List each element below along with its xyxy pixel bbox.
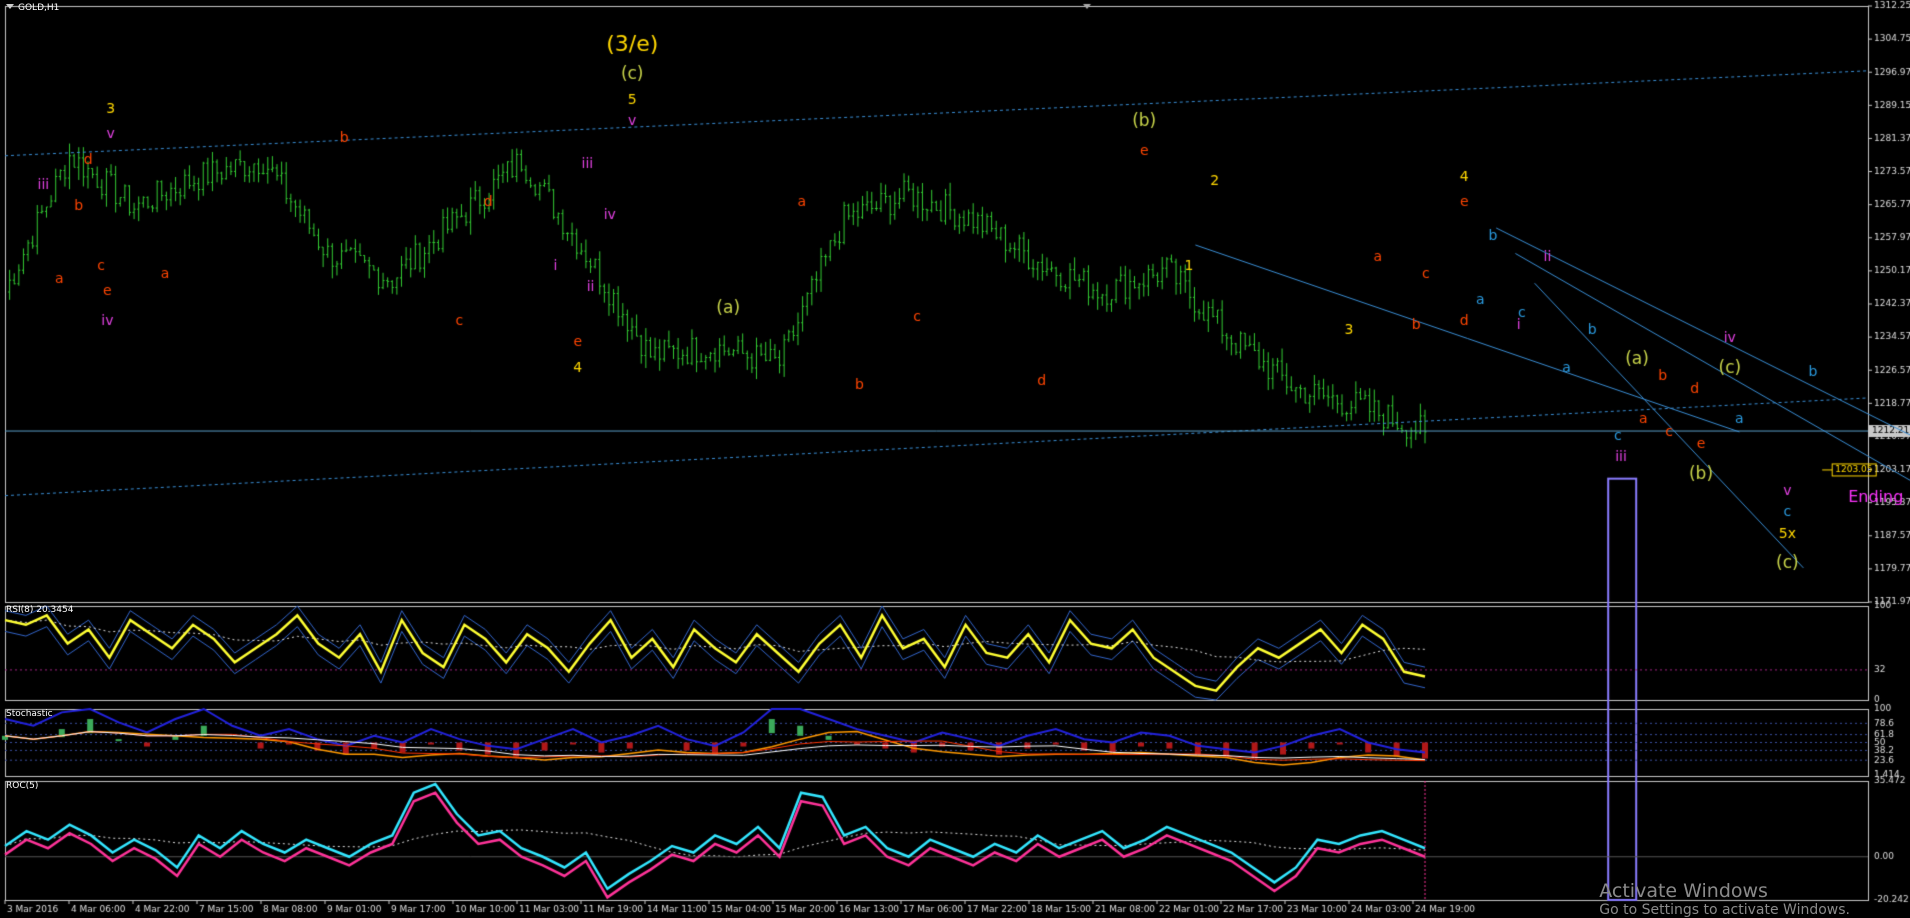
chevron-down-icon[interactable]: [6, 4, 14, 9]
rsi-panel-label: RSI(8) 20.3454: [6, 605, 74, 615]
symbol-text: GOLD,H1: [18, 3, 60, 13]
watermark-subtitle: Go to Settings to activate Windows.: [1599, 902, 1850, 918]
stochastic-panel-label: Stochastic: [6, 709, 53, 719]
windows-activation-watermark: Activate Windows Go to Settings to activ…: [1599, 880, 1850, 918]
watermark-title: Activate Windows: [1599, 880, 1768, 902]
roc-panel-label: ROC(5): [6, 781, 39, 791]
symbol-label: GOLD,H1: [6, 3, 59, 13]
chart-canvas[interactable]: [0, 0, 1910, 918]
